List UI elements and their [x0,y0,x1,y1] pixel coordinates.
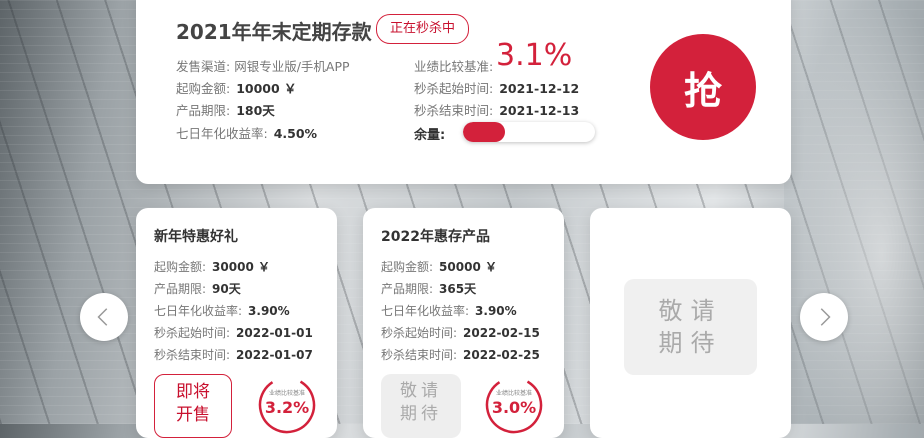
yield7-row: 七日年化收益率: 3.90% [154,300,313,322]
button-line-2: 期待 [400,404,442,424]
start-time-label: 秒杀起始时间: [154,326,231,340]
featured-title: 2021年年末定期存款 [176,20,372,44]
min-amount-label: 起购金额: [176,81,231,96]
start-time-value: 2022-01-01 [236,326,313,340]
carousel-prev-button[interactable] [80,293,128,341]
yield7-label: 七日年化收益率: [176,126,268,141]
end-time-label: 秒杀结束时间: [154,348,231,362]
start-time-row: 秒杀起始时间: 2021-12-12 [414,78,579,97]
term-value: 90天 [212,282,241,296]
product-details: 起购金额: 50000 ￥ 产品期限: 365天 七日年化收益率: 3.90% 秒杀起… [381,256,540,366]
channel-label: 发售渠道: [176,59,231,74]
benchmark-ring: 业绩比较基准 3.0% [485,376,543,434]
min-amount-label: 起购金额: [154,260,207,274]
term-row: 产品期限: 90天 [154,278,313,300]
min-amount-value: 50000 ￥ [439,260,497,274]
chevron-right-icon [820,308,831,326]
yield7-label: 七日年化收益率: [154,304,243,318]
start-time-row: 秒杀起始时间: 2022-02-15 [381,322,540,344]
start-time-value: 2021-12-12 [499,81,580,96]
ring-value: 3.2% [264,398,310,417]
ring-label: 业绩比较基准 [268,390,305,397]
button-line-1: 敬请 [400,381,442,401]
end-time-row: 秒杀结束时间: 2022-02-25 [381,344,540,366]
yield7-label: 七日年化收益率: [381,304,470,318]
start-time-label: 秒杀起始时间: [414,81,494,96]
end-time-value: 2021-12-13 [499,103,580,118]
start-time-value: 2022-02-15 [463,326,540,340]
background-cloud [784,0,924,424]
end-time-row: 秒杀结束时间: 2021-12-13 [414,100,579,119]
min-amount-value: 10000 ￥ [236,81,297,96]
benchmark-label: 业绩比较基准: [414,59,494,74]
remaining-label: 余量: [414,128,446,143]
remaining-progress-fill [463,122,506,142]
term-label: 产品期限: [381,282,434,296]
channel-row: 发售渠道: 网银专业版/手机APP [176,56,350,75]
placeholder-line-1: 敬请 [658,297,723,325]
channel-value: 网银专业版/手机APP [234,59,350,74]
grab-button[interactable]: 抢 [650,34,756,140]
min-amount-row: 起购金额: 50000 ￥ [381,256,540,278]
placeholder-line-2: 期待 [658,329,723,357]
term-label: 产品期限: [176,103,231,118]
yield7-row: 七日年化收益率: 3.90% [381,300,540,322]
end-time-value: 2022-02-25 [463,348,540,362]
benchmark-ring: 业绩比较基准 3.2% [258,376,316,434]
product-details: 起购金额: 30000 ￥ 产品期限: 90天 七日年化收益率: 3.90% 秒杀起始… [154,256,313,366]
featured-product-card: 2021年年末定期存款 正在秒杀中 发售渠道: 网银专业版/手机APP 起购金额:… [136,0,791,184]
start-time-label: 秒杀起始时间: [381,326,458,340]
start-time-row: 秒杀起始时间: 2022-01-01 [154,322,313,344]
term-value: 180天 [236,103,275,118]
end-time-value: 2022-01-07 [236,348,313,362]
term-row: 产品期限: 365天 [381,278,540,300]
min-amount-label: 起购金额: [381,260,434,274]
term-value: 365天 [439,282,477,296]
stay-tuned-button[interactable]: 敬请 期待 [381,374,461,438]
end-time-label: 秒杀结束时间: [381,348,458,362]
end-time-row: 秒杀结束时间: 2022-01-07 [154,344,313,366]
term-label: 产品期限: [154,282,207,296]
coming-soon-button[interactable]: 即将 开售 [154,374,232,438]
button-line-1: 即将 [176,382,210,402]
chevron-left-icon [97,308,108,326]
ring-label: 业绩比较基准 [495,390,532,397]
min-amount-row: 起购金额: 10000 ￥ [176,78,297,97]
ring-value: 3.0% [491,398,537,417]
benchmark-value: 3.1% [496,38,573,73]
yield7-value: 3.90% [475,304,517,318]
min-amount-value: 30000 ￥ [212,260,270,274]
remaining-progress-bar [463,122,595,142]
stay-tuned-placeholder: 敬请 期待 [624,279,757,375]
term-row: 产品期限: 180天 [176,100,275,119]
end-time-label: 秒杀结束时间: [414,103,494,118]
product-card-2: 2022年惠存产品 起购金额: 50000 ￥ 产品期限: 365天 七日年化收益率… [363,208,564,438]
yield7-value: 4.50% [273,126,318,141]
product-title: 2022年惠存产品 [381,229,490,245]
yield7-row: 七日年化收益率: 4.50% [176,123,317,142]
yield7-value: 3.90% [248,304,290,318]
placeholder-card: 敬请 期待 [590,208,791,438]
product-title: 新年特惠好礼 [154,229,238,245]
product-card-1: 新年特惠好礼 起购金额: 30000 ￥ 产品期限: 90天 七日年化收益率: 3.9… [136,208,337,438]
min-amount-row: 起购金额: 30000 ￥ [154,256,313,278]
status-badge: 正在秒杀中 [376,14,470,44]
carousel-next-button[interactable] [800,293,848,341]
